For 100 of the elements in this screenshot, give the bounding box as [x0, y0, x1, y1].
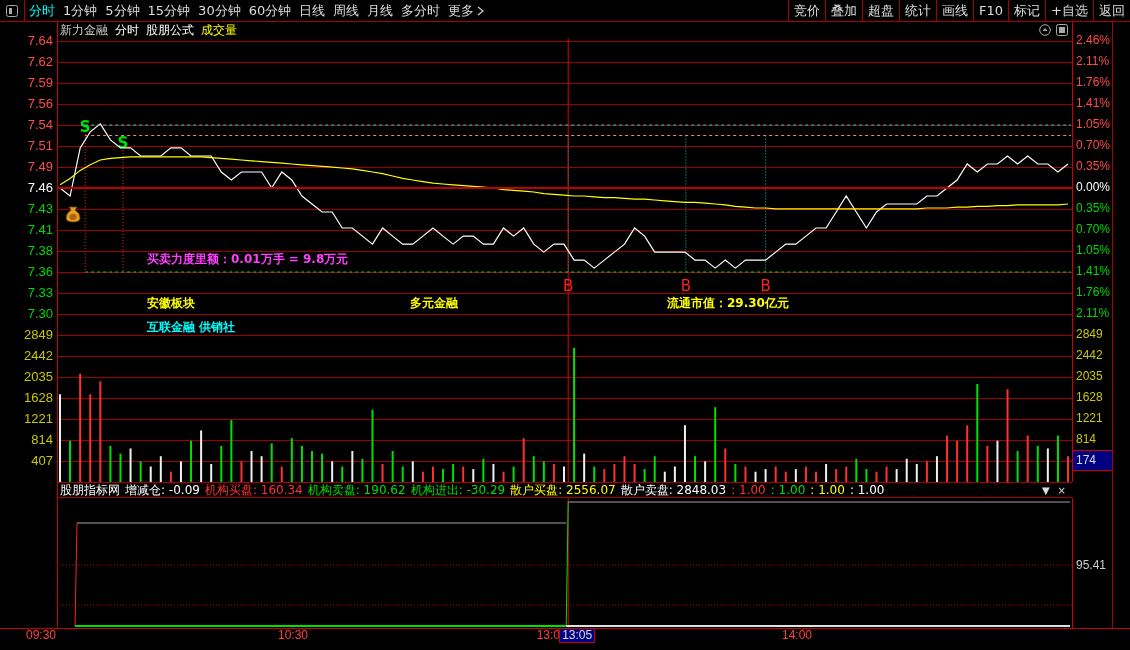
volume-bar — [270, 443, 273, 482]
axis-label: 814 — [30, 431, 53, 449]
volume-bar — [331, 461, 334, 482]
tab[interactable]: 周线 — [329, 0, 364, 21]
indicator-title: 股朋指标网 — [60, 481, 120, 499]
axis-label: 0.70% — [1075, 221, 1112, 238]
volume-bar — [139, 461, 142, 482]
toolbar-button[interactable]: 画线 — [936, 0, 974, 21]
money-bag-icon — [65, 206, 81, 223]
axis-label: 2.11% — [1075, 305, 1111, 322]
toolbar-button[interactable]: 竞价 — [788, 0, 826, 21]
axis-label: 7.33 — [26, 284, 53, 302]
formula-label: 股朋公式 — [146, 21, 194, 39]
volume-bar — [744, 466, 747, 482]
volume-bar — [190, 440, 193, 482]
axis-label: 0.00% — [1075, 179, 1112, 196]
axis-label: 7.64 — [26, 32, 53, 50]
volume-bar — [421, 471, 424, 482]
volume-bar — [240, 461, 243, 482]
axis-label: 1.76% — [1075, 284, 1112, 301]
chart-note: 流通市值：29.30亿元 — [667, 296, 789, 310]
period-label: 分时 — [115, 21, 139, 39]
volume-bar — [734, 463, 737, 482]
volume-bar — [351, 451, 354, 482]
indicator-value: : 1.00 — [849, 483, 885, 497]
volume-bar — [452, 463, 455, 482]
tab[interactable]: 更多 — [444, 0, 489, 21]
indicator-value: : 1.00 — [731, 483, 766, 497]
tab[interactable]: 月线 — [363, 0, 398, 21]
toolbar-button[interactable]: 超盘 — [862, 0, 900, 21]
tab[interactable]: 多分时 — [397, 0, 445, 21]
volume-bar — [290, 438, 293, 482]
axis-label: 1628 — [23, 389, 53, 407]
volume-bar — [250, 451, 253, 482]
volume-bar — [905, 458, 908, 482]
volume-bar — [391, 451, 394, 482]
close-button[interactable]: × — [1057, 484, 1066, 496]
volume-bar — [109, 445, 112, 482]
volume-bar — [855, 458, 858, 482]
volume-bar — [935, 456, 938, 482]
volume-bar — [764, 469, 767, 482]
volume-bar — [774, 466, 777, 482]
axis-label: 2035 — [1075, 368, 1104, 385]
indicator-value: 机构买盘: 160.34 — [204, 481, 303, 499]
volume-bar — [149, 466, 152, 482]
volume-bar — [361, 458, 364, 482]
volume-bar — [502, 471, 505, 482]
axis-label: 7.59 — [26, 74, 53, 92]
volume-bar — [694, 456, 697, 482]
indicator-value: 机构卖盘: 190.62 — [307, 481, 406, 499]
axis-label: 407 — [30, 452, 53, 470]
toolbar-button[interactable]: F10 — [973, 0, 1009, 21]
caret-icon — [477, 5, 485, 16]
axis-label: 7.56 — [26, 95, 53, 113]
volume-bar — [875, 471, 878, 482]
axis-label: 0.35% — [1075, 200, 1112, 217]
chart-note: 多元金融 — [410, 296, 458, 310]
axis-label: 1.41% — [1075, 95, 1112, 112]
volume-bar — [220, 445, 223, 482]
tab[interactable]: 15分钟 — [143, 0, 195, 21]
toolbar-button[interactable]: +自选 — [1045, 0, 1093, 21]
buy-signal: B — [760, 135, 771, 295]
toolbar-button[interactable]: 叠加 — [825, 0, 863, 21]
volume-bar — [119, 453, 122, 482]
volume-bar — [946, 435, 949, 482]
toolbar-button[interactable]: 统计 — [899, 0, 937, 21]
tab[interactable]: 60分钟 — [244, 0, 296, 21]
volume-bar — [673, 466, 676, 482]
tab[interactable]: 30分钟 — [194, 0, 245, 21]
indicator-value: 散户卖盘: 2848.03 — [620, 481, 727, 499]
tab[interactable]: 1分钟 — [59, 0, 102, 21]
volume-bar — [492, 463, 495, 482]
toolbar-button[interactable]: 标记 — [1008, 0, 1046, 21]
time-label: 10:30 — [277, 629, 308, 642]
volume-bar — [401, 466, 404, 482]
volume-bar — [996, 440, 999, 482]
volume-bar — [462, 466, 465, 482]
volume-bar — [179, 461, 182, 482]
time-label: 09:30 — [25, 629, 56, 642]
axis-label: 7.30 — [26, 305, 53, 323]
volume-bar — [482, 458, 485, 482]
indicator-value: : 1.00 — [810, 483, 845, 497]
volume-bar — [663, 471, 666, 482]
volume-bar — [895, 469, 898, 482]
cursor-value-label: 174 — [1073, 450, 1112, 471]
volume-bar — [613, 463, 616, 482]
volume-bar — [784, 471, 787, 482]
time-label: 14:00 — [781, 629, 812, 642]
toolbar-button[interactable]: 返回 — [1093, 0, 1130, 21]
dropdown-button[interactable]: ▼ — [1041, 484, 1050, 496]
tab[interactable]: 日线 — [295, 0, 330, 21]
window-icon[interactable] — [1056, 24, 1068, 36]
volume-bar — [381, 463, 384, 482]
volume-bar — [431, 466, 434, 482]
tab[interactable]: 分时 — [25, 0, 59, 21]
axis-label: 814 — [1075, 431, 1098, 448]
indicator-value: 机构进出: -30.29 — [410, 481, 506, 499]
axis-label: 1.05% — [1075, 242, 1112, 259]
volume-bar — [835, 469, 838, 482]
tab[interactable]: 5分钟 — [101, 0, 144, 21]
